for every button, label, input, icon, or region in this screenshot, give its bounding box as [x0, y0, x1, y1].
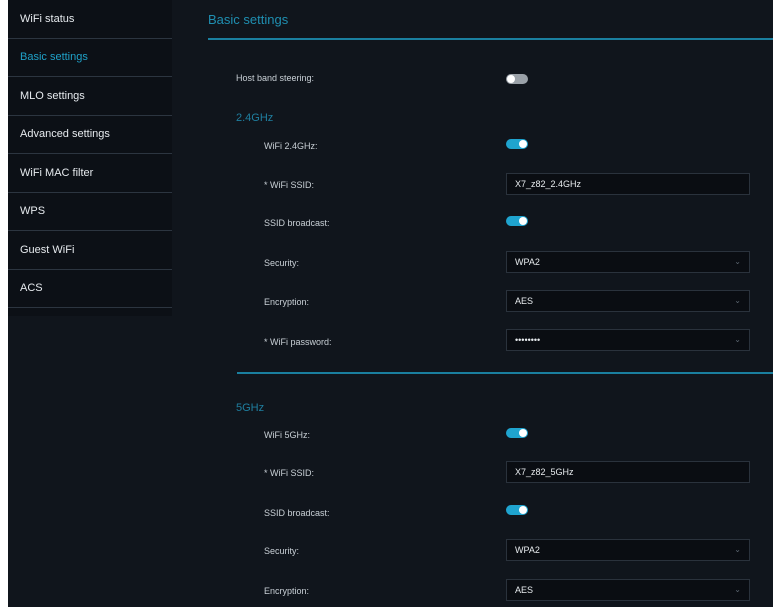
- wifi-5ghz-toggle[interactable]: [506, 428, 528, 438]
- sidebar-item-advanced-settings[interactable]: Advanced settings: [8, 116, 172, 154]
- toggle-knob: [519, 217, 527, 225]
- chevron-down-icon: ⌄: [734, 296, 741, 305]
- chevron-down-icon: ⌄: [734, 335, 741, 344]
- toggle-knob: [519, 506, 527, 514]
- security-5ghz-select[interactable]: WPA2 ⌄: [506, 539, 750, 561]
- ssid-5ghz-input[interactable]: X7_z82_5GHz: [506, 461, 750, 483]
- ssid-2-4ghz-input[interactable]: X7_z82_2.4GHz: [506, 173, 750, 195]
- main-panel: Basic settings Host band steering: 2.4GH…: [172, 0, 773, 607]
- sidebar-item-wps[interactable]: WPS: [8, 193, 172, 231]
- ssid-2-4ghz-label: * WiFi SSID:: [264, 180, 315, 190]
- security-5ghz-value: WPA2: [515, 545, 540, 555]
- page-title: Basic settings: [208, 12, 289, 27]
- encryption-5ghz-label: Encryption:: [264, 586, 310, 596]
- wifi-2-4ghz-label: WiFi 2.4GHz:: [264, 141, 318, 151]
- chevron-down-icon: ⌄: [734, 585, 741, 594]
- password-2-4ghz-label: * WiFi password:: [264, 337, 332, 347]
- security-2-4ghz-label: Security:: [264, 258, 300, 268]
- sidebar-item-wifi-status[interactable]: WiFi status: [8, 0, 172, 39]
- encryption-2-4ghz-label: Encryption:: [264, 297, 310, 307]
- section-divider: [237, 372, 773, 374]
- toggle-knob: [519, 429, 527, 437]
- security-5ghz-label: Security:: [264, 546, 300, 556]
- sidebar-item-guest-wifi[interactable]: Guest WiFi: [8, 231, 172, 270]
- host-band-steering-toggle[interactable]: [506, 74, 528, 84]
- password-2-4ghz-input[interactable]: •••••••• ⌄: [506, 329, 750, 351]
- encryption-2-4ghz-value: AES: [515, 296, 534, 306]
- broadcast-2-4ghz-label: SSID broadcast:: [264, 218, 330, 228]
- ssid-5ghz-label: * WiFi SSID:: [264, 468, 315, 478]
- wifi-5ghz-label: WiFi 5GHz:: [264, 430, 310, 440]
- broadcast-5ghz-label: SSID broadcast:: [264, 508, 330, 518]
- wifi-2-4ghz-toggle[interactable]: [506, 139, 528, 149]
- host-band-steering-label: Host band steering:: [236, 73, 315, 83]
- title-divider: [208, 38, 773, 40]
- sidebar-item-basic-settings[interactable]: Basic settings: [8, 39, 172, 77]
- encryption-2-4ghz-select[interactable]: AES ⌄: [506, 290, 750, 312]
- sidebar: WiFi status Basic settings MLO settings …: [8, 0, 172, 316]
- sidebar-item-acs[interactable]: ACS: [8, 270, 172, 308]
- encryption-5ghz-select[interactable]: AES ⌄: [506, 579, 750, 601]
- password-2-4ghz-value: ••••••••: [515, 335, 541, 345]
- section-2-4ghz-heading: 2.4GHz: [236, 112, 274, 124]
- broadcast-5ghz-toggle[interactable]: [506, 505, 528, 515]
- toggle-knob: [519, 140, 527, 148]
- section-5ghz-heading: 5GHz: [236, 402, 265, 414]
- toggle-knob: [507, 75, 515, 83]
- encryption-5ghz-value: AES: [515, 585, 534, 595]
- broadcast-2-4ghz-toggle[interactable]: [506, 216, 528, 226]
- chevron-down-icon: ⌄: [734, 545, 741, 554]
- sidebar-item-wifi-mac-filter[interactable]: WiFi MAC filter: [8, 154, 172, 193]
- router-settings-app: WiFi status Basic settings MLO settings …: [8, 0, 773, 607]
- chevron-down-icon: ⌄: [734, 257, 741, 266]
- security-2-4ghz-select[interactable]: WPA2 ⌄: [506, 251, 750, 273]
- sidebar-item-mlo-settings[interactable]: MLO settings: [8, 77, 172, 116]
- security-2-4ghz-value: WPA2: [515, 257, 540, 267]
